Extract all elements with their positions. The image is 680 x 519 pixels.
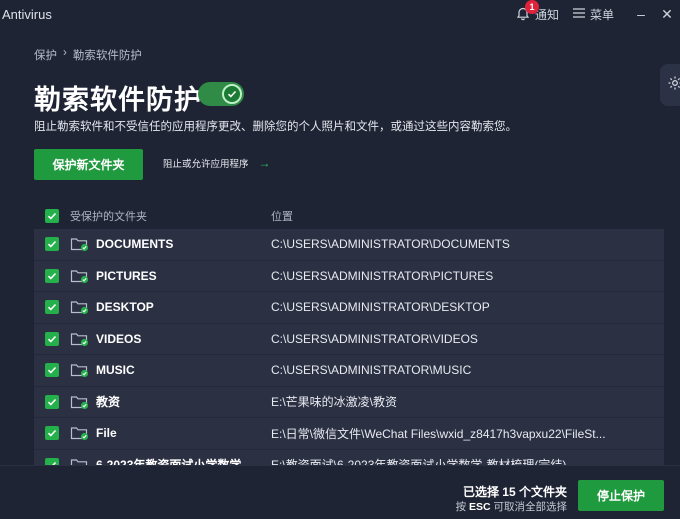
folder-name: DOCUMENTS — [96, 237, 174, 252]
close-button[interactable]: ✕ — [654, 6, 680, 23]
bell-icon: 1 — [516, 0, 539, 21]
hamburger-icon — [572, 7, 585, 21]
selection-footer: 已选择 15 个文件夹 按 ESC 可取消全部选择 停止保护 — [0, 465, 680, 519]
folder-name: DESKTOP — [96, 300, 154, 315]
table-row[interactable]: VIDEOS C:\USERS\ADMINISTRATOR\VIDEOS — [34, 324, 664, 355]
table-row[interactable]: 教资 E:\芒果味的冰激凌\教资 — [34, 387, 664, 418]
page-description: 阻止勒索软件和不受信任的应用程序更改、删除您的个人照片和文件，或通过这些内容勒索… — [34, 121, 517, 133]
row-checkbox[interactable] — [45, 300, 59, 315]
column-header-location[interactable]: 位置 — [271, 208, 664, 224]
folder-path: C:\USERS\ADMINISTRATOR\DOCUMENTS — [271, 237, 510, 252]
folder-check-icon — [70, 362, 94, 378]
folder-check-icon — [70, 394, 94, 410]
folder-path: C:\USERS\ADMINISTRATOR\VIDEOS — [271, 331, 478, 346]
table-row[interactable]: MUSIC C:\USERS\ADMINISTRATOR\MUSIC — [34, 355, 664, 387]
folder-path: E:\日常\微信文件\WeChat Files\wxid_z8417h3vapx… — [271, 426, 606, 441]
hint-prefix: 按 — [455, 501, 467, 513]
folder-check-icon — [70, 268, 94, 284]
notification-count-badge: 1 — [524, 0, 539, 14]
toggle-knob — [222, 84, 242, 104]
checkmark-icon — [47, 367, 57, 374]
selected-count: 已选择 15 个文件夹 — [462, 485, 567, 499]
folder-path: E:\芒果味的冰激凌\教资 — [271, 395, 398, 410]
table-row[interactable]: PICTURES C:\USERS\ADMINISTRATOR\PICTURES — [34, 261, 664, 292]
checkmark-icon — [47, 272, 57, 280]
table-header: 受保护的文件夹 位置 — [34, 203, 664, 229]
checkmark-icon — [47, 241, 57, 248]
table-row[interactable]: File E:\日常\微信文件\WeChat Files\wxid_z8417h3… — [34, 418, 664, 450]
folder-name: MUSIC — [96, 363, 135, 378]
notifications-button[interactable]: 1 通知 — [516, 0, 559, 23]
menu-button[interactable]: 菜单 — [572, 6, 614, 23]
folder-path: C:\USERS\ADMINISTRATOR\DESKTOP — [271, 300, 490, 315]
checkmark-icon — [227, 90, 237, 98]
folder-check-icon — [70, 299, 94, 315]
title-bar-controls: 1 通知 菜单 – ✕ — [516, 0, 680, 28]
app-title: Antivirus — [2, 6, 52, 22]
protected-folders-table: 受保护的文件夹 位置 DOCUMENTS C:\USERS\ADMINISTRAT… — [34, 203, 664, 490]
checkmark-icon — [47, 398, 57, 406]
folder-name: PICTURES — [96, 268, 157, 283]
row-checkbox[interactable] — [45, 426, 59, 441]
folder-check-icon — [70, 331, 94, 347]
breadcrumb-current: 勒索软件防护 — [72, 50, 142, 62]
stop-protection-button[interactable]: 停止保护 — [578, 480, 664, 511]
ransomware-protection-toggle[interactable] — [198, 82, 244, 106]
row-checkbox[interactable] — [45, 394, 59, 409]
table-row[interactable]: DOCUMENTS C:\USERS\ADMINISTRATOR\DOCUMENT… — [34, 229, 664, 261]
checkmark-icon — [47, 430, 57, 437]
menu-label: 菜单 — [589, 7, 614, 22]
protect-new-folder-button[interactable]: 保护新文件夹 — [34, 149, 143, 180]
folder-check-icon — [70, 236, 94, 252]
page-title: 勒索软件防护 — [34, 85, 202, 115]
breadcrumb-separator: › — [63, 47, 67, 59]
folder-check-icon — [70, 425, 94, 441]
title-bar: Antivirus 1 通知 菜单 – ✕ — [0, 0, 680, 28]
folder-name: VIDEOS — [96, 331, 142, 346]
row-checkbox[interactable] — [45, 363, 59, 378]
checkmark-icon — [47, 335, 57, 343]
main-content: 保护 › 勒索软件防护 勒索软件防护 阻止勒索软件和不受信任的应用程序更改、删除… — [0, 28, 680, 519]
select-all-checkbox[interactable] — [45, 209, 59, 223]
row-checkbox[interactable] — [45, 331, 59, 346]
breadcrumb-parent-link[interactable]: 保护 — [34, 47, 57, 63]
minimize-button[interactable]: – — [628, 6, 654, 22]
table-row[interactable]: DESKTOP C:\USERS\ADMINISTRATOR\DESKTOP — [34, 292, 664, 324]
gear-icon — [667, 75, 680, 96]
folder-name: 教资 — [96, 395, 121, 410]
row-checkbox[interactable] — [45, 237, 59, 252]
block-allow-apps-link[interactable]: 阻止或允许应用程序 → — [163, 156, 271, 170]
checkmark-icon — [47, 212, 57, 220]
folder-name: File — [96, 426, 117, 441]
row-checkbox[interactable] — [45, 268, 59, 283]
arrow-right-icon: → — [258, 156, 271, 170]
table-body: DOCUMENTS C:\USERS\ADMINISTRATOR\DOCUMENT… — [34, 229, 664, 490]
folder-path: C:\USERS\ADMINISTRATOR\PICTURES — [271, 268, 494, 283]
hint-suffix: 可取消全部选择 — [493, 501, 568, 513]
block-allow-apps-label: 阻止或允许应用程序 — [163, 159, 249, 170]
breadcrumb: 保护 › 勒索软件防护 — [34, 47, 142, 63]
column-header-folder[interactable]: 受保护的文件夹 — [70, 208, 271, 224]
checkmark-icon — [47, 304, 57, 311]
folder-path: C:\USERS\ADMINISTRATOR\MUSIC — [271, 363, 472, 378]
deselect-hint: 按 ESC 可取消全部选择 — [456, 499, 567, 514]
hint-key: ESC — [468, 501, 491, 513]
settings-button[interactable] — [660, 64, 680, 106]
